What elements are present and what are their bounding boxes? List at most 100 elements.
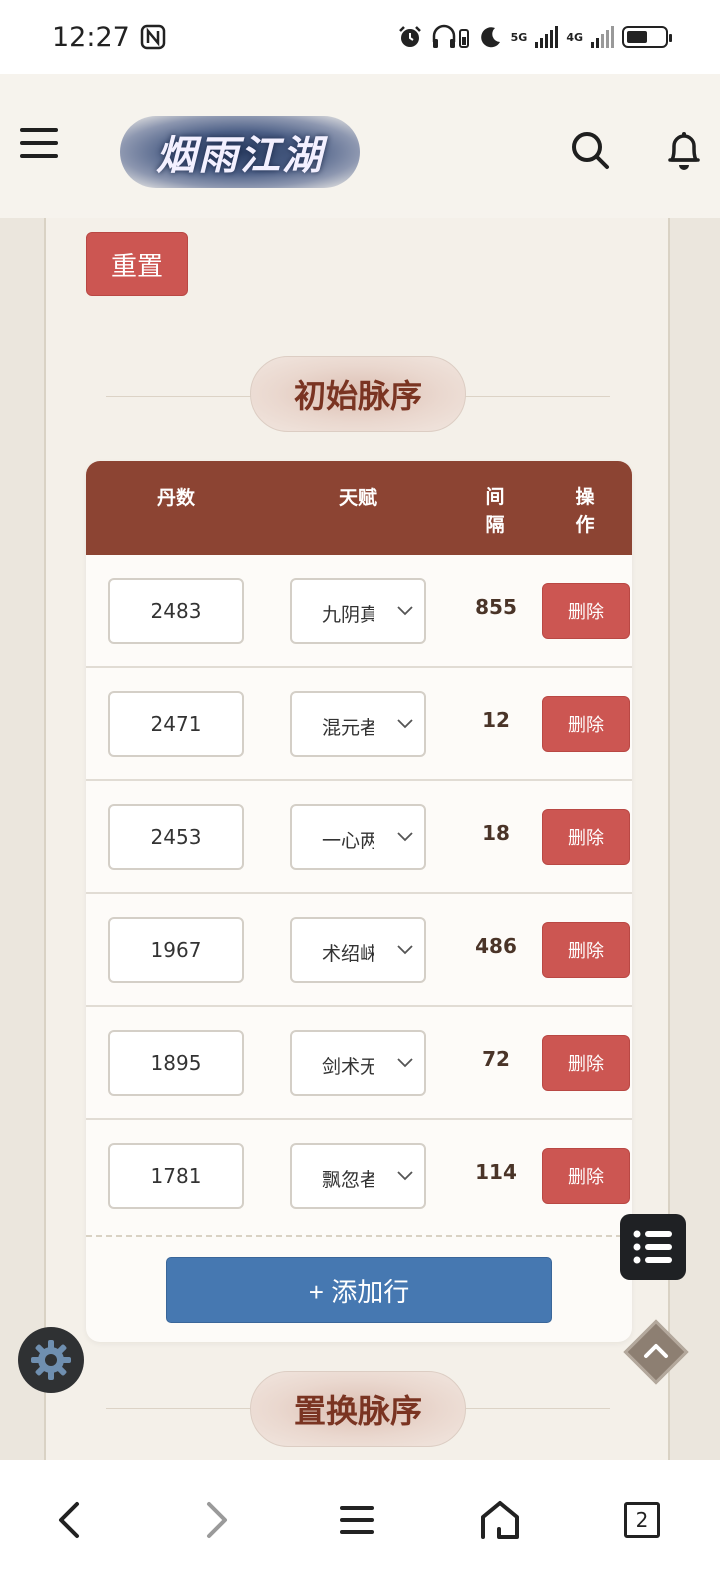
- content-card: 重置 初始脉序 丹数 天赋 间 隔 操 作 2483 九阴真 855 删除 24…: [44, 218, 670, 1460]
- page-content[interactable]: 重置 初始脉序 丹数 天赋 间 隔 操 作 2483 九阴真 855 删除 24…: [0, 218, 720, 1460]
- section-title-replace: 置换脉序: [250, 1371, 466, 1447]
- status-bar: 12:27 5G 4G: [0, 0, 720, 74]
- table-row: 1781 飘忽者 114 删除: [86, 1120, 632, 1233]
- delete-row-button[interactable]: 删除: [542, 1035, 630, 1091]
- dan-input[interactable]: 2453: [108, 804, 244, 870]
- chevron-down-icon: [397, 832, 413, 842]
- dan-input[interactable]: 2471: [108, 691, 244, 757]
- header-dan-shu: 丹数: [156, 487, 195, 509]
- title-divider-left: [106, 396, 266, 397]
- gap-value: 12: [482, 708, 510, 732]
- chevron-up-icon: [644, 1344, 668, 1358]
- floating-settings-button[interactable]: [18, 1327, 84, 1393]
- hamburger-menu-button[interactable]: [20, 128, 58, 160]
- floating-toc-button[interactable]: [620, 1214, 686, 1280]
- gap-value: 486: [475, 934, 517, 958]
- chevron-down-icon: [397, 719, 413, 729]
- dan-input[interactable]: 2483: [108, 578, 244, 644]
- reset-button[interactable]: 重置: [86, 232, 188, 296]
- chevron-down-icon: [397, 1171, 413, 1181]
- section-title-initial: 初始脉序: [250, 356, 466, 432]
- home-button[interactable]: [470, 1490, 530, 1550]
- moon-icon: [480, 27, 500, 48]
- talent-select[interactable]: 剑术无: [290, 1030, 426, 1096]
- delete-row-button[interactable]: 删除: [542, 809, 630, 865]
- dan-input[interactable]: 1781: [108, 1143, 244, 1209]
- talent-select-value: 一心两: [322, 830, 374, 852]
- browser-menu-button[interactable]: [327, 1490, 387, 1550]
- table-footer-divider: [86, 1235, 632, 1237]
- header-tian-fu: 天赋: [338, 487, 377, 509]
- talent-select[interactable]: 术绍崃: [290, 917, 426, 983]
- talent-select-value: 术绍崃: [322, 943, 374, 965]
- talent-select[interactable]: 混元者: [290, 691, 426, 757]
- back-button[interactable]: [40, 1490, 100, 1550]
- browser-nav-bar: 2: [0, 1460, 720, 1581]
- network-4g-label: 4G: [566, 30, 583, 44]
- status-right: 5G 4G: [397, 24, 672, 50]
- headphones-battery-icon: [432, 24, 469, 48]
- chevron-right-icon: [207, 1502, 227, 1538]
- bell-icon: [668, 132, 700, 170]
- status-left: 12:27: [52, 22, 166, 53]
- delete-row-button[interactable]: 删除: [542, 1148, 630, 1204]
- gap-value: 114: [475, 1160, 517, 1184]
- table-row: 2453 一心两 18 删除: [86, 781, 632, 894]
- signal-5g-icon: [535, 26, 559, 48]
- battery-icon: [622, 26, 672, 48]
- app-header: 烟雨江湖: [0, 74, 720, 218]
- notification-button[interactable]: [664, 128, 704, 172]
- add-row-button[interactable]: + 添加行: [166, 1257, 552, 1323]
- title-divider-left: [106, 1408, 266, 1409]
- table-row: 1895 剑术无 72 删除: [86, 1007, 632, 1120]
- search-button[interactable]: [570, 130, 610, 170]
- chevron-down-icon: [397, 1058, 413, 1068]
- forward-button[interactable]: [186, 1490, 246, 1550]
- delete-row-button[interactable]: 删除: [542, 696, 630, 752]
- chevron-left-icon: [59, 1502, 79, 1538]
- tabs-icon: 2: [624, 1502, 660, 1538]
- tabs-count: 2: [635, 1508, 649, 1532]
- talent-select[interactable]: 飘忽者: [290, 1143, 426, 1209]
- list-icon: [633, 1230, 672, 1264]
- title-divider-right: [450, 1408, 610, 1409]
- dan-input[interactable]: 1895: [108, 1030, 244, 1096]
- header-cao-zuo-line1: 操: [575, 486, 595, 508]
- signal-4g-icon: [591, 26, 614, 48]
- table-row: 2471 混元者 12 删除: [86, 668, 632, 781]
- header-jian-ge-line1: 间: [485, 486, 505, 508]
- network-5g-label: 5G: [510, 30, 528, 44]
- table-row: 1967 术绍崃 486 删除: [86, 894, 632, 1007]
- talent-select[interactable]: 九阴真: [290, 578, 426, 644]
- header-cao-zuo: 操 作: [574, 483, 596, 539]
- logo-text: 烟雨江湖: [156, 132, 324, 179]
- chevron-down-icon: [397, 945, 413, 955]
- menu-icon: [340, 1506, 374, 1534]
- nfc-icon: [140, 24, 166, 50]
- status-time: 12:27: [52, 21, 130, 53]
- chevron-down-icon: [397, 606, 413, 616]
- talent-select-value: 剑术无: [322, 1056, 374, 1078]
- search-icon: [572, 132, 609, 169]
- talent-select-value: 混元者: [322, 717, 374, 739]
- talent-select-value: 九阴真: [322, 604, 374, 626]
- table-header: 丹数 天赋 间 隔 操 作: [86, 461, 632, 555]
- title-divider-right: [450, 396, 610, 397]
- table-row: 2483 九阴真 855 删除: [86, 555, 632, 668]
- gap-value: 72: [482, 1047, 510, 1071]
- talent-select[interactable]: 一心两: [290, 804, 426, 870]
- talent-select-value: 飘忽者: [322, 1169, 374, 1191]
- gear-icon: [31, 1340, 71, 1380]
- gap-value: 855: [475, 595, 517, 619]
- delete-row-button[interactable]: 删除: [542, 922, 630, 978]
- app-logo[interactable]: 烟雨江湖: [120, 116, 360, 188]
- header-jian-ge: 间 隔: [484, 483, 506, 539]
- header-cao-zuo-line2: 作: [575, 514, 595, 536]
- initial-sequence-table: 丹数 天赋 间 隔 操 作 2483 九阴真 855 删除 2471 混元者 1…: [86, 461, 632, 1342]
- home-icon: [481, 1501, 519, 1539]
- tabs-button[interactable]: 2: [612, 1490, 672, 1550]
- delete-row-button[interactable]: 删除: [542, 583, 630, 639]
- alarm-icon: [398, 26, 421, 47]
- dan-input[interactable]: 1967: [108, 917, 244, 983]
- gap-value: 18: [482, 821, 510, 845]
